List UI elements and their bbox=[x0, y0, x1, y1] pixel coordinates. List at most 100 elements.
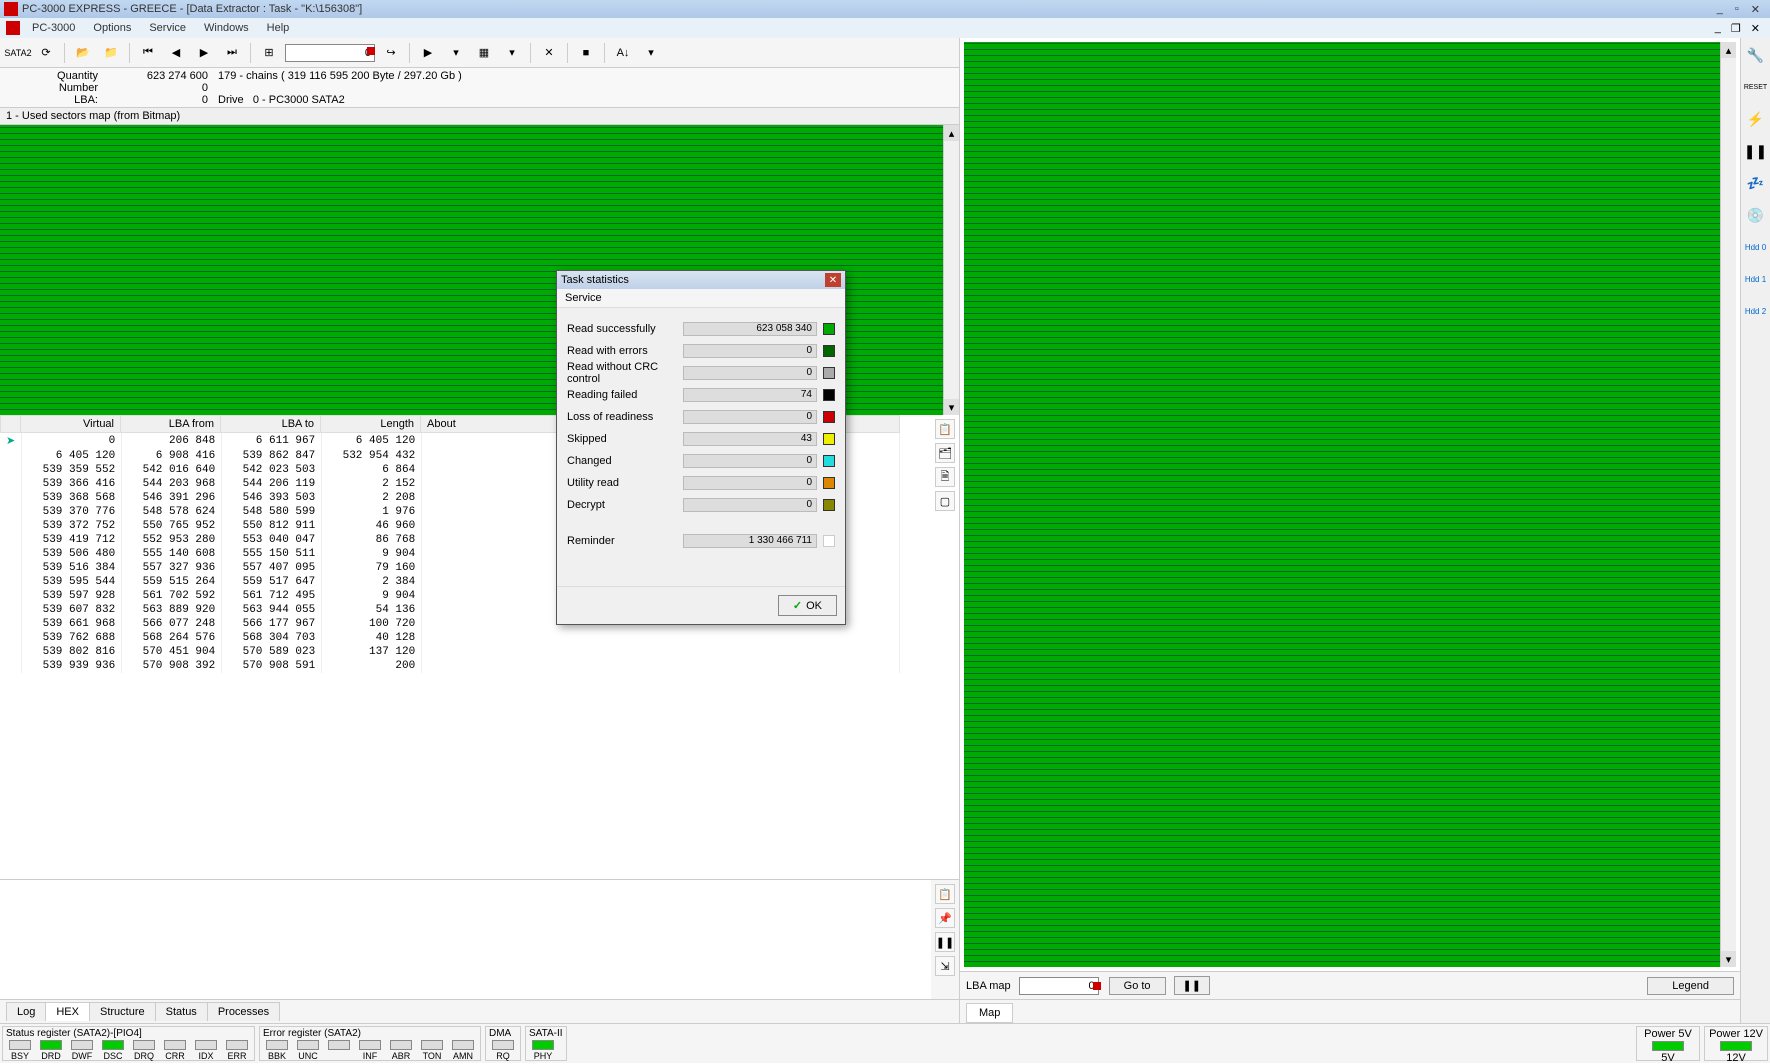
cascade-icon[interactable]: 🗂 bbox=[935, 443, 955, 463]
refresh-icon[interactable]: ⟳ bbox=[34, 41, 58, 65]
menu-pc3000[interactable]: PC-3000 bbox=[24, 20, 83, 36]
stop-icon[interactable]: ■ bbox=[574, 41, 598, 65]
dma-group: DMA RQ bbox=[485, 1026, 521, 1061]
mdi-minimize-button[interactable]: _ bbox=[1715, 22, 1721, 35]
pause-tool-icon[interactable]: ❚❚ bbox=[1745, 140, 1767, 162]
led-amn: AMN bbox=[449, 1040, 477, 1061]
maximize-button[interactable]: ▫ bbox=[1735, 3, 1739, 16]
tab-structure[interactable]: Structure bbox=[89, 1002, 156, 1021]
scroll-down-icon[interactable]: ▾ bbox=[944, 399, 959, 415]
minimize-button[interactable]: _ bbox=[1717, 3, 1723, 16]
next-icon[interactable]: ▶ bbox=[192, 41, 216, 65]
led-indicator bbox=[226, 1040, 248, 1050]
sort-dropdown-icon[interactable]: ▾ bbox=[639, 41, 663, 65]
right-sector-map[interactable] bbox=[964, 42, 1720, 967]
ok-button[interactable]: ✓OK bbox=[778, 595, 837, 616]
play-icon[interactable]: ▶ bbox=[416, 41, 440, 65]
menu-options[interactable]: Options bbox=[85, 20, 139, 36]
col-length[interactable]: Length bbox=[321, 416, 421, 433]
legend-button[interactable]: Legend bbox=[1647, 977, 1734, 995]
stat-color-swatch bbox=[823, 323, 835, 335]
col-virtual[interactable]: Virtual bbox=[21, 416, 121, 433]
close-button[interactable]: ✕ bbox=[1751, 3, 1760, 16]
stat-color-swatch bbox=[823, 367, 835, 379]
goto-button[interactable]: Go to bbox=[1109, 977, 1166, 995]
right-map-scrollbar[interactable]: ▴ ▾ bbox=[1720, 42, 1736, 967]
table-row[interactable]: 539 762 688568 264 576568 304 70340 128 bbox=[0, 631, 900, 645]
scroll-up-icon[interactable]: ▴ bbox=[1721, 42, 1736, 58]
mdi-close-button[interactable]: ✕ bbox=[1751, 22, 1760, 35]
menu-help[interactable]: Help bbox=[259, 20, 298, 36]
sata-button[interactable]: SATA2 bbox=[6, 41, 30, 65]
scroll-up-icon[interactable]: ▴ bbox=[944, 125, 959, 141]
lower-panel: 📋 📌 ❚❚ ⇲ bbox=[0, 879, 959, 999]
play-dropdown-icon[interactable]: ▾ bbox=[444, 41, 468, 65]
scroll-down-icon[interactable]: ▾ bbox=[1721, 951, 1736, 967]
power-12v: Power 12V 12V bbox=[1704, 1026, 1768, 1061]
tab-log[interactable]: Log bbox=[6, 1002, 46, 1021]
chains-value: 179 - chains ( 319 116 595 200 Byte / 29… bbox=[218, 70, 951, 82]
lower-panel-side: 📋 📌 ❚❚ ⇲ bbox=[931, 880, 959, 999]
panel-pin-icon[interactable]: 📌 bbox=[935, 908, 955, 928]
last-icon[interactable]: ⏭ bbox=[220, 41, 244, 65]
hdd2-button[interactable]: Hdd 2 bbox=[1745, 300, 1767, 322]
dialog-close-button[interactable]: ✕ bbox=[825, 273, 841, 287]
panel-collapse-icon[interactable]: ⇲ bbox=[935, 956, 955, 976]
tab-status[interactable]: Status bbox=[155, 1002, 208, 1021]
dialog-titlebar[interactable]: Task statistics ✕ bbox=[557, 271, 845, 289]
sector-map-scrollbar[interactable]: ▴ ▾ bbox=[943, 125, 959, 415]
lba-map-input[interactable] bbox=[1019, 977, 1099, 995]
right-panel: ▴ ▾ LBA map Go to ❚❚ Legend Map bbox=[960, 38, 1740, 1023]
prev-icon[interactable]: ◀ bbox=[164, 41, 188, 65]
folder-in-icon[interactable]: 📂 bbox=[71, 41, 95, 65]
export-icon[interactable]: 🗎 bbox=[935, 467, 955, 487]
stat-label: Decrypt bbox=[567, 499, 677, 511]
menu-service[interactable]: Service bbox=[141, 20, 194, 36]
settings-icon[interactable]: ✕ bbox=[537, 41, 561, 65]
power-5v-led bbox=[1652, 1041, 1684, 1051]
blank-icon[interactable]: ▢ bbox=[935, 491, 955, 511]
table-row[interactable]: 539 939 936570 908 392570 908 591200 bbox=[0, 659, 900, 673]
led-abr: ABR bbox=[387, 1040, 415, 1061]
panel-pause-icon[interactable]: ❚❚ bbox=[935, 932, 955, 952]
dialog-menu-service[interactable]: Service bbox=[557, 289, 845, 308]
col-lba-from[interactable]: LBA from bbox=[121, 416, 221, 433]
lba-input[interactable] bbox=[285, 44, 375, 62]
table-row[interactable]: 539 802 816570 451 904570 589 023137 120 bbox=[0, 645, 900, 659]
number-value: 0 bbox=[108, 82, 218, 94]
jump-icon[interactable]: ↪ bbox=[379, 41, 403, 65]
stat-row: Read successfully623 058 340 bbox=[567, 320, 835, 338]
status-bar: Status register (SATA2)-[PIO4] BSYDRDDWF… bbox=[0, 1023, 1770, 1063]
hdd1-button[interactable]: Hdd 1 bbox=[1745, 268, 1767, 290]
col-lba-to[interactable]: LBA to bbox=[221, 416, 321, 433]
tab-processes[interactable]: Processes bbox=[207, 1002, 280, 1021]
led-label: ERR bbox=[227, 1051, 246, 1061]
stat-value: 0 bbox=[683, 410, 817, 424]
grid-dropdown-icon[interactable]: ▾ bbox=[500, 41, 524, 65]
first-icon[interactable]: ⏮ bbox=[136, 41, 160, 65]
tab-map[interactable]: Map bbox=[966, 1003, 1013, 1023]
led-crr: CRR bbox=[161, 1040, 189, 1061]
lower-panel-content bbox=[0, 880, 931, 999]
reset-button[interactable]: RESET bbox=[1745, 76, 1767, 98]
led-ton: TON bbox=[418, 1040, 446, 1061]
grid2-icon[interactable]: ▦ bbox=[472, 41, 496, 65]
disk-icon[interactable]: 💿 bbox=[1745, 204, 1767, 226]
pause-button[interactable]: ❚❚ bbox=[1174, 976, 1210, 995]
panel-copy-icon[interactable]: 📋 bbox=[935, 884, 955, 904]
led-rq: RQ bbox=[489, 1040, 517, 1061]
sort-icon[interactable]: А↓ bbox=[611, 41, 635, 65]
mdi-restore-button[interactable]: ❐ bbox=[1731, 22, 1741, 35]
tab-hex[interactable]: HEX bbox=[45, 1002, 90, 1021]
stat-label: Utility read bbox=[567, 477, 677, 489]
hdd0-button[interactable]: Hdd 0 bbox=[1745, 236, 1767, 258]
copy-icon[interactable]: 📋 bbox=[935, 419, 955, 439]
grid-icon[interactable]: ⊞ bbox=[257, 41, 281, 65]
stat-value: 0 bbox=[683, 344, 817, 358]
folder-out-icon[interactable]: 📁 bbox=[99, 41, 123, 65]
chip-icon[interactable]: 🔧 bbox=[1745, 44, 1767, 66]
power-icon[interactable]: ⚡ bbox=[1745, 108, 1767, 130]
led-inf: INF bbox=[356, 1040, 384, 1061]
menu-windows[interactable]: Windows bbox=[196, 20, 257, 36]
sleep-icon[interactable]: 💤 bbox=[1745, 172, 1767, 194]
